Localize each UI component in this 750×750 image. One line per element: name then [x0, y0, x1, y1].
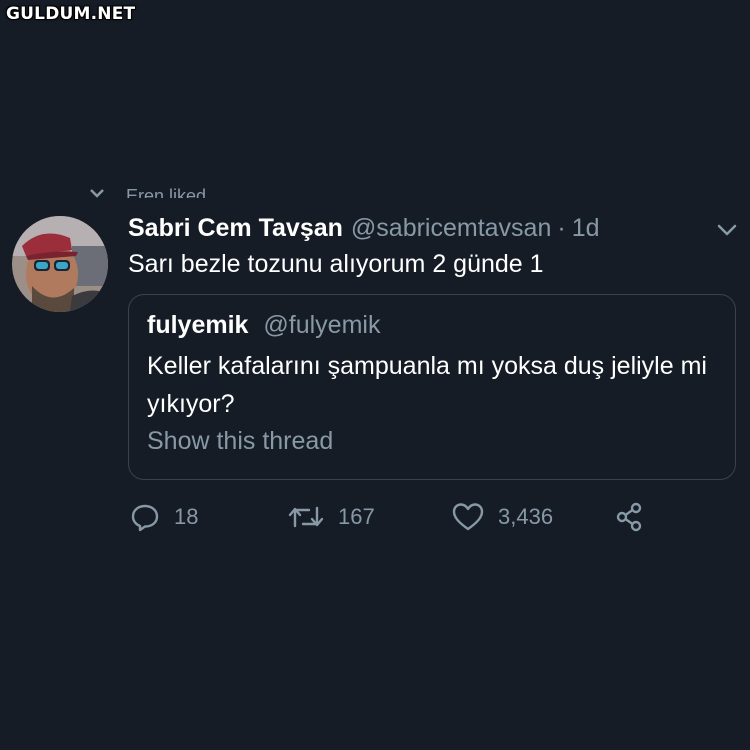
separator-dot: ·	[557, 213, 566, 242]
avatar[interactable]	[12, 216, 108, 312]
social-context: Eren liked	[90, 182, 290, 198]
reply-count: 18	[174, 504, 199, 529]
avatar-image	[12, 216, 108, 312]
show-thread-link[interactable]: Show this thread	[147, 427, 333, 456]
reply-button[interactable]: 18	[130, 500, 198, 534]
tweet-header: Sabri Cem Tavşan @sabricemtavsan · 1d	[128, 210, 730, 246]
watermark-logo: GULDUM.NET	[6, 4, 136, 24]
quoted-author-handle: @fulyemik	[263, 311, 381, 339]
share-icon	[616, 502, 642, 532]
heart-small-icon	[90, 189, 104, 198]
retweet-button[interactable]: 167	[288, 500, 375, 534]
quoted-tweet[interactable]: fulyemik @fulyemik Keller kafalarını şam…	[128, 294, 736, 480]
tweet-actions: 18 167 3,436	[128, 500, 688, 534]
quoted-tweet-text: Keller kafalarını şampuanla mı yoksa duş…	[147, 352, 707, 418]
retweet-icon	[288, 506, 324, 528]
tweet-text: Sarı bezle tozunu alıyorum 2 günde 1	[128, 250, 544, 278]
retweet-count: 167	[338, 504, 375, 529]
author-name[interactable]: Sabri Cem Tavşan	[128, 214, 343, 243]
share-button[interactable]	[614, 500, 658, 534]
social-context-label: Eren liked	[126, 186, 207, 198]
author-handle[interactable]: @sabricemtavsan	[351, 214, 551, 243]
quoted-author-name: fulyemik	[147, 311, 249, 339]
like-button[interactable]: 3,436	[452, 500, 553, 534]
quoted-tweet-header: fulyemik @fulyemik	[147, 311, 380, 340]
like-count: 3,436	[498, 504, 554, 529]
timestamp[interactable]: 1d	[572, 214, 600, 243]
reply-icon	[131, 504, 159, 532]
heart-icon	[452, 503, 484, 531]
chevron-down-icon[interactable]	[716, 222, 738, 238]
